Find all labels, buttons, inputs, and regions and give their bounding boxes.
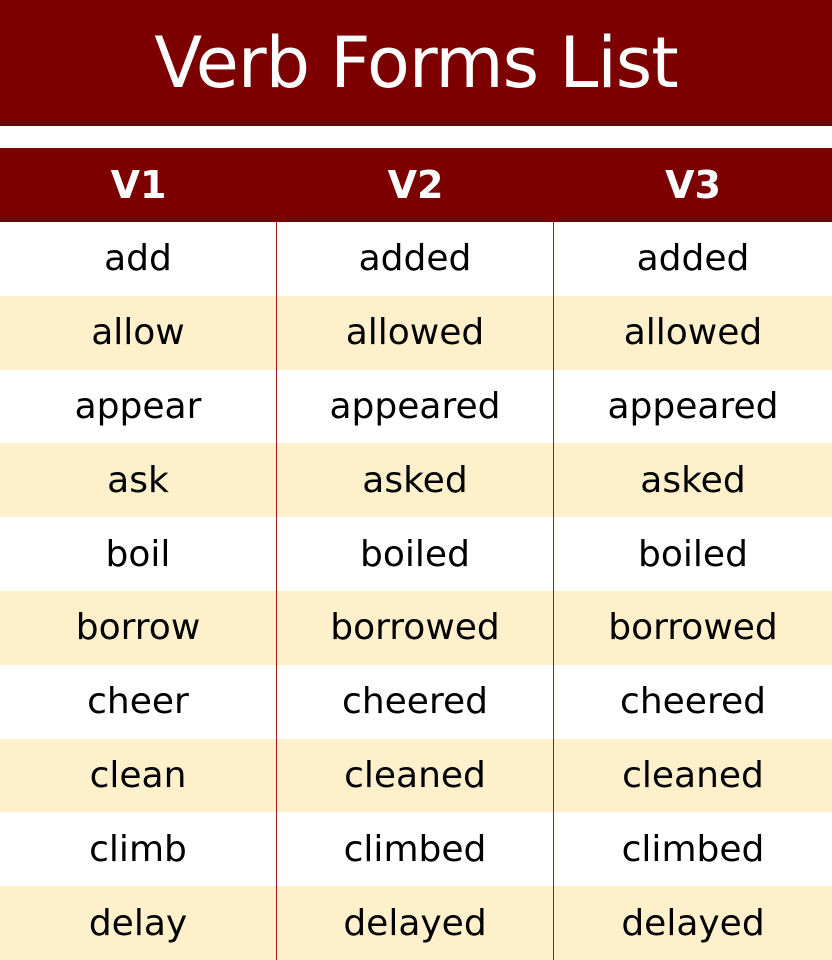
- cell-v1: appear: [0, 369, 277, 444]
- table-row: add added added: [0, 222, 832, 296]
- cell-v2: delayed: [277, 886, 554, 960]
- cell-v2: added: [277, 222, 554, 296]
- cell-v3: boiled: [638, 533, 748, 575]
- cell-v3: delayed: [621, 902, 765, 944]
- table-row: ask asked asked: [0, 443, 832, 518]
- cell-v1: ask: [0, 443, 277, 518]
- cell-v1: borrow: [0, 590, 277, 665]
- cell-v1: clean: [0, 738, 277, 813]
- table-row: clean cleaned cleaned: [0, 738, 832, 813]
- cell-v2: allowed: [277, 295, 554, 370]
- cell-v3: appeared: [607, 385, 779, 427]
- column-header-v2: V2: [387, 163, 444, 207]
- cell-v3: cheered: [620, 681, 766, 723]
- table-row: delay delayed delayed: [0, 886, 832, 960]
- cell-v1: boil: [0, 517, 277, 591]
- cell-v2: cheered: [277, 664, 554, 739]
- table-row: borrow borrowed borrowed: [0, 590, 832, 665]
- cell-v2: borrowed: [277, 590, 554, 665]
- cell-v2: cleaned: [277, 738, 554, 813]
- cell-v2: asked: [277, 443, 554, 518]
- cell-v1: climb: [0, 812, 277, 887]
- table-row: boil boiled boiled: [0, 517, 832, 591]
- table-row: climb climbed climbed: [0, 812, 832, 887]
- cell-v3: cleaned: [622, 754, 764, 796]
- table-row: cheer cheered cheered: [0, 664, 832, 739]
- cell-v2: climbed: [277, 812, 554, 887]
- cell-v1: allow: [0, 295, 277, 370]
- table-row: allow allowed allowed: [0, 295, 832, 370]
- cell-v2: boiled: [277, 517, 554, 591]
- page-title: Verb Forms List: [0, 0, 832, 126]
- table-row: appear appeared appeared: [0, 369, 832, 444]
- cell-v3: borrowed: [608, 607, 778, 649]
- cell-v3: added: [636, 238, 750, 280]
- column-header-v1: V1: [110, 163, 167, 207]
- cell-v2: appeared: [277, 369, 554, 444]
- cell-v3: allowed: [623, 312, 763, 354]
- cell-v3: asked: [640, 459, 746, 501]
- cell-v1: add: [0, 222, 277, 296]
- cell-v3: climbed: [621, 828, 765, 870]
- cell-v1: cheer: [0, 664, 277, 739]
- table-body: add added added allow allowed allowed appear ap…: [0, 222, 832, 960]
- table-header: V1 V2 V3: [0, 148, 832, 222]
- cell-v1: delay: [0, 886, 277, 960]
- column-header-v3: V3: [665, 163, 721, 207]
- verb-forms-table: V1 V2 V3 add added added allow allowed allowe…: [0, 148, 832, 960]
